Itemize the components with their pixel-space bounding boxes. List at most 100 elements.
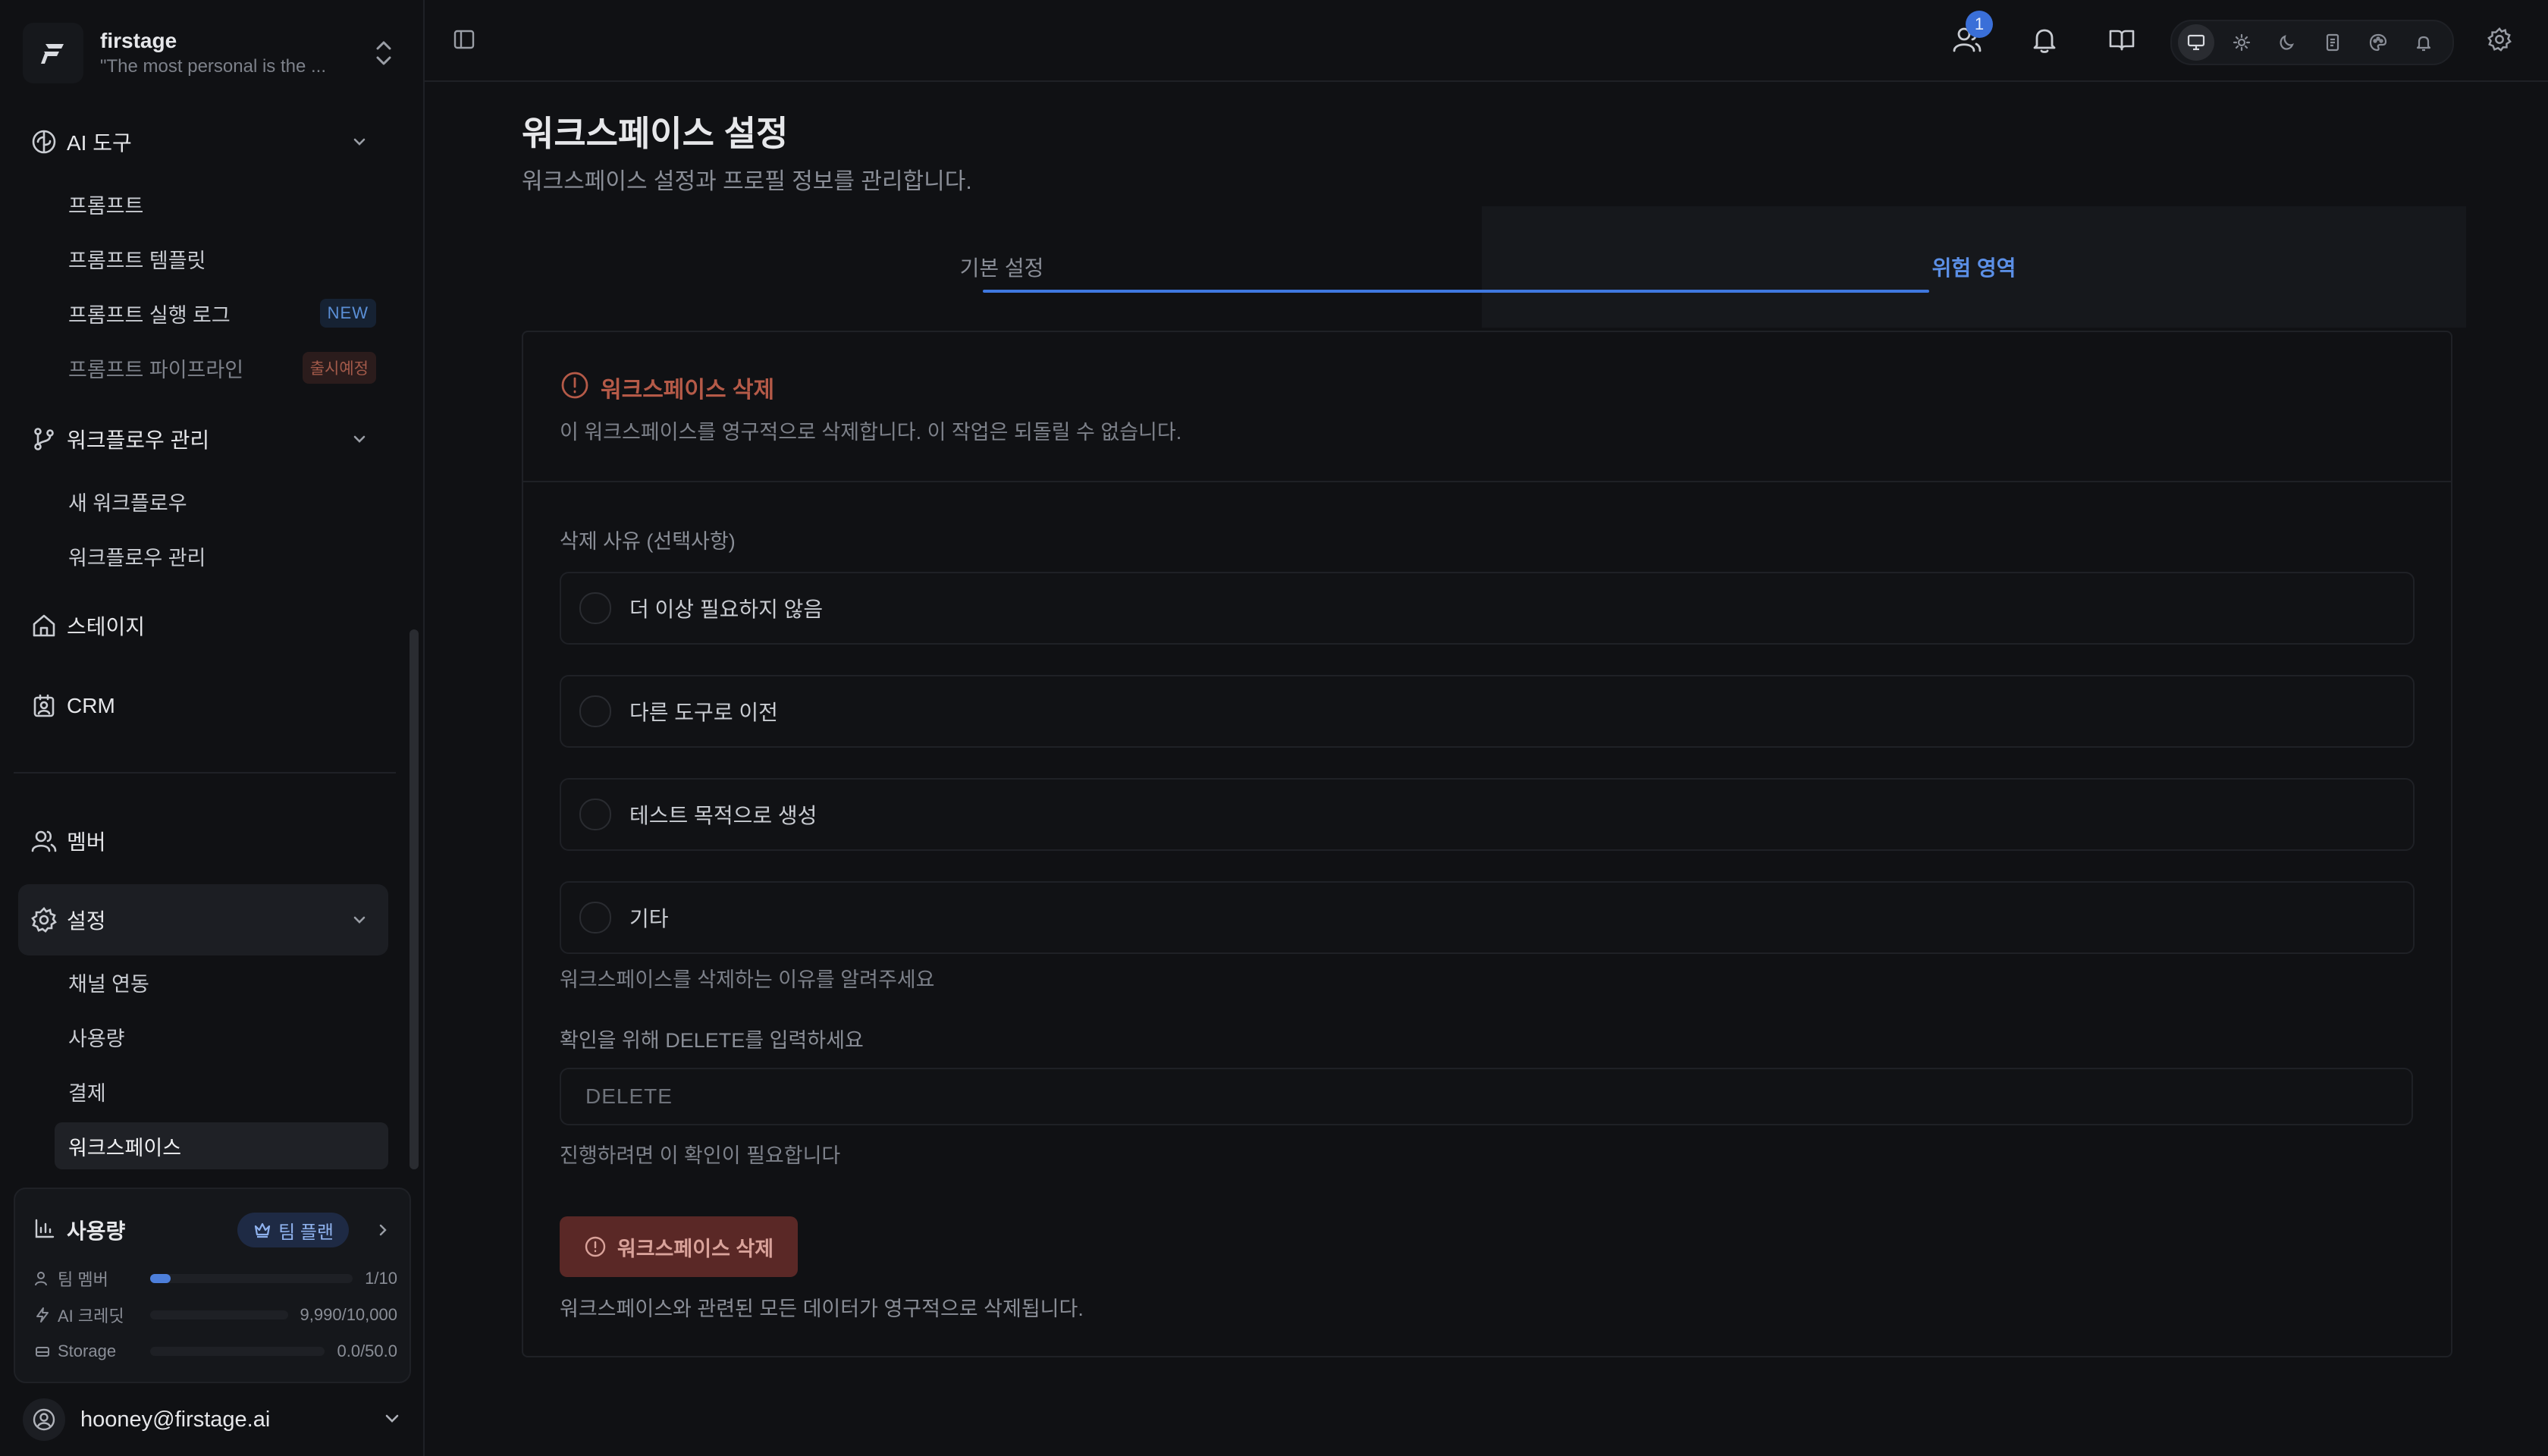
top-bar: 1: [425, 0, 2548, 82]
chevron-right-icon[interactable]: [372, 1219, 394, 1241]
sidebar-item-manage-workflows[interactable]: 워크플로우 관리: [55, 532, 388, 579]
palette-icon[interactable]: [2360, 24, 2396, 61]
sidebar-item-new-workflow[interactable]: 새 워크플로우: [55, 478, 388, 525]
alert-circle-icon: [585, 1236, 606, 1257]
sidebar-item-workspace[interactable]: 워크스페이스: [55, 1122, 388, 1169]
usage-row-value: 9,990/10,000: [300, 1305, 397, 1324]
reason-option[interactable]: 다른 도구로 이전: [560, 675, 2415, 748]
card-divider: [523, 481, 2451, 482]
reason-option[interactable]: 더 이상 필요하지 않음: [560, 572, 2415, 645]
crown-icon: [254, 1222, 271, 1238]
monitor-icon[interactable]: [2178, 24, 2214, 61]
user-circle-icon: [33, 1408, 55, 1431]
sidebar-scrollbar-thumb[interactable]: [410, 629, 419, 1169]
gear-icon: [29, 905, 59, 935]
nav-group-workflow[interactable]: 워크플로우 관리: [18, 413, 388, 466]
tab-basic-settings[interactable]: 기본 설정: [522, 206, 1482, 328]
nav-item-label: CRM: [67, 694, 115, 717]
confirm-label: 확인을 위해 DELETE를 입력하세요: [560, 1029, 864, 1052]
git-branch-icon: [29, 424, 59, 454]
sun-icon[interactable]: [2223, 24, 2260, 61]
nav-item-crm[interactable]: CRM: [18, 679, 388, 733]
sidebar-divider: [14, 772, 396, 774]
sidebar-item-label: 워크스페이스: [68, 1136, 182, 1159]
usage-card[interactable]: 사용량 팀 플랜 팀 멤버 1/10 AI 크레딧 9,990/10,000 S…: [14, 1188, 411, 1383]
usage-row-label: 팀 멤버: [58, 1270, 108, 1289]
brain-icon: [29, 127, 59, 157]
notification-count-badge: 1: [1966, 11, 1993, 38]
nav-group-ai-tools[interactable]: AI 도구: [18, 115, 388, 168]
user-email: hooney@firstage.ai: [80, 1407, 271, 1432]
usage-row-members: 팀 멤버 1/10: [33, 1265, 397, 1292]
sidebar-item-prompt-templates[interactable]: 프롬프트 템플릿: [55, 235, 388, 282]
active-tab-indicator: [983, 290, 1929, 293]
contact-card-icon: [29, 691, 59, 721]
radio-button[interactable]: [579, 592, 611, 624]
document-icon[interactable]: [2314, 24, 2351, 61]
tab-danger-zone[interactable]: 위험 영역: [1482, 206, 2466, 328]
chevron-down-icon[interactable]: [382, 1408, 402, 1432]
sidebar-item-label: 새 워크플로우: [68, 491, 187, 515]
radio-button[interactable]: [579, 902, 611, 934]
sidebar-item-prompt-pipeline: 프롬프트 파이프라인 출시예정: [55, 344, 388, 391]
workspace-logo: [23, 23, 83, 83]
sidebar-item-label: 프롬프트 실행 로그: [68, 303, 231, 327]
workspace-switcher[interactable]: firstage "The most personal is the ...: [23, 21, 400, 85]
lightning-icon: [33, 1306, 52, 1324]
sidebar-toggle-icon[interactable]: [441, 17, 487, 62]
reason-option[interactable]: 테스트 목적으로 생성: [560, 778, 2415, 851]
nav-group-settings[interactable]: 설정: [18, 884, 388, 956]
sidebar-item-usage[interactable]: 사용량: [55, 1013, 388, 1060]
nav-item-members[interactable]: 멤버: [18, 814, 388, 868]
sidebar-item-label: 채널 연동: [68, 972, 149, 996]
nav-group-label: 워크플로우 관리: [67, 428, 210, 452]
members-button[interactable]: 1: [1944, 11, 1993, 62]
bell-icon[interactable]: [2405, 24, 2442, 61]
theme-switcher: [2170, 20, 2454, 65]
sidebar-item-label: 프롬프트 파이프라인: [68, 358, 244, 381]
page-subtitle: 워크스페이스 설정과 프로필 정보를 관리합니다.: [522, 169, 972, 194]
sidebar-item-channel-integration[interactable]: 채널 연동: [55, 959, 388, 1006]
usage-title: 사용량: [67, 1219, 126, 1243]
usage-progress-bar: [150, 1310, 288, 1320]
bell-icon[interactable]: [2022, 17, 2067, 62]
chevron-down-icon: [344, 905, 375, 935]
book-open-icon[interactable]: [2099, 17, 2145, 62]
radio-button[interactable]: [579, 695, 611, 727]
usage-row-ai-credits: AI 크레딧 9,990/10,000: [33, 1301, 397, 1329]
app: firstage "The most personal is the ... A…: [0, 0, 2548, 1456]
user-menu[interactable]: hooney@firstage.ai: [23, 1395, 402, 1444]
home-icon: [29, 610, 59, 641]
usage-progress-bar: [150, 1274, 353, 1283]
usage-row-label: AI 크레딧: [58, 1307, 124, 1326]
chevron-down-icon: [344, 127, 375, 157]
workspace-quote: "The most personal is the ...: [100, 56, 326, 77]
moon-icon[interactable]: [2269, 24, 2305, 61]
confirm-delete-input[interactable]: [560, 1068, 2413, 1125]
nav-group-label: 설정: [67, 909, 106, 933]
bar-chart-icon: [33, 1217, 56, 1244]
sidebar: firstage "The most personal is the ... A…: [0, 0, 425, 1456]
sidebar-item-label: 프롬프트: [68, 194, 144, 218]
sidebar-item-prompts[interactable]: 프롬프트: [55, 180, 388, 228]
nav-item-label: 멤버: [67, 830, 106, 854]
sidebar-item-prompt-logs[interactable]: 프롬프트 실행 로그 NEW: [55, 290, 388, 337]
nav-item-stage[interactable]: 스테이지: [18, 599, 388, 652]
chevron-up-down-icon[interactable]: [367, 30, 400, 76]
workspace-name: firstage: [100, 29, 177, 52]
usage-row-label: Storage: [58, 1341, 117, 1360]
delete-workspace-button[interactable]: 워크스페이스 삭제: [560, 1216, 798, 1277]
nav-group-label: AI 도구: [67, 131, 132, 155]
usage-progress-bar: [150, 1347, 325, 1356]
reason-option-label: 테스트 목적으로 생성: [629, 804, 817, 827]
gear-icon[interactable]: [2477, 17, 2522, 62]
delete-note: 워크스페이스와 관련된 모든 데이터가 영구적으로 삭제됩니다.: [560, 1298, 1084, 1320]
reason-option[interactable]: 기타: [560, 881, 2415, 954]
users-icon: [33, 1269, 52, 1288]
usage-row-value: 1/10: [365, 1269, 397, 1288]
new-badge: NEW: [319, 299, 376, 328]
plan-badge[interactable]: 팀 플랜: [237, 1213, 349, 1247]
sidebar-item-billing[interactable]: 결제: [55, 1068, 388, 1115]
reason-label: 삭제 사유 (선택사항): [560, 530, 736, 553]
radio-button[interactable]: [579, 799, 611, 830]
